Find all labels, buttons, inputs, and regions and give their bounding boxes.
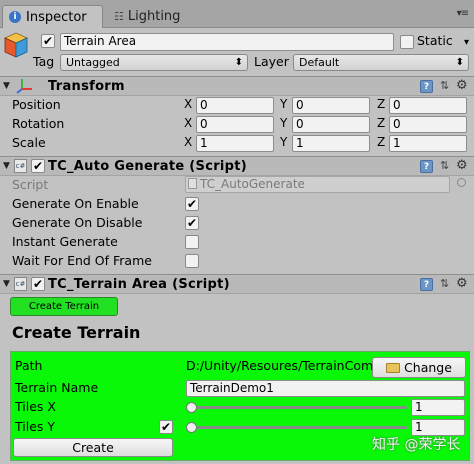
panel-menu-icon[interactable]: ▾≡ [457,8,469,19]
folder-icon [386,362,401,373]
foldout-arrow-icon[interactable]: ▼ [3,161,10,171]
rotation-x-axis[interactable]: X [184,116,192,130]
scale-y-axis[interactable]: Y [280,135,287,149]
position-x-field[interactable]: 0 [196,97,274,114]
lighting-icon: ☷ [114,10,124,23]
gear-icon[interactable]: ⚙ [456,78,468,93]
script-value: TC_AutoGenerate [200,177,305,191]
create-terrain-small-button[interactable]: Create Terrain [10,297,118,316]
active-checkbox[interactable]: ✔ [41,34,55,48]
create-terrain-heading: Create Terrain [12,323,141,342]
scale-z-axis[interactable]: Z [377,135,385,149]
chevron-updown-icon: ⬍ [455,57,464,68]
position-y-axis[interactable]: Y [280,97,287,111]
rotation-y-axis[interactable]: Y [280,116,287,130]
create-button[interactable]: Create [13,438,173,457]
tab-inspector-label: Inspector [26,9,87,25]
auto-generate-title: TC_Auto Generate (Script) [48,159,248,174]
tag-value: Untagged [66,56,120,69]
static-label: Static [417,33,453,48]
rotation-label: Rotation [12,116,65,131]
transform-axes-icon [16,78,34,97]
help-icon[interactable]: ? [420,80,433,93]
scale-z-field[interactable]: 1 [389,135,467,152]
generate-on-disable-checkbox[interactable]: ✔ [185,216,199,230]
help-icon[interactable]: ? [420,160,433,173]
path-value: D:/Unity/Resoures/TerrainCom [186,358,372,373]
info-icon: i [9,11,21,23]
path-label: Path [15,358,43,373]
auto-generate-enabled-checkbox[interactable]: ✔ [31,159,45,173]
preset-icon[interactable]: ⇅ [440,159,449,172]
tiles-y-checkbox[interactable]: ✔ [159,420,173,434]
scale-x-axis[interactable]: X [184,135,192,149]
tab-inspector[interactable]: i Inspector [2,5,103,28]
position-label: Position [12,97,61,112]
position-z-field[interactable]: 0 [389,97,467,114]
generate-on-enable-checkbox[interactable]: ✔ [185,197,199,211]
help-icon[interactable]: ? [420,278,433,291]
instant-generate-label: Instant Generate [12,234,118,249]
scale-x-field[interactable]: 1 [196,135,274,152]
generate-on-enable-label: Generate On Enable [12,196,139,211]
chevron-updown-icon: ⬍ [234,57,243,68]
rotation-z-field[interactable]: 0 [389,116,467,133]
tiles-y-slider-handle[interactable] [186,422,197,433]
tab-lighting-label: Lighting [127,9,181,24]
change-button-label: Change [404,360,452,375]
layer-dropdown[interactable]: Default ⬍ [293,54,469,71]
script-file-icon [188,178,197,189]
object-name-field[interactable]: Terrain Area [60,33,394,51]
terrain-area-title: TC_Terrain Area (Script) [48,277,230,292]
preset-icon[interactable]: ⇅ [440,277,449,290]
position-z-axis[interactable]: Z [377,97,385,111]
instant-generate-checkbox[interactable] [185,235,199,249]
terrain-area-enabled-checkbox[interactable]: ✔ [31,277,45,291]
tag-label: Tag [33,54,55,69]
static-dropdown[interactable]: ▾ [457,33,471,50]
terrain-name-label: Terrain Name [15,380,99,395]
terrain-area-header[interactable]: ▼ c# ✔ TC_Terrain Area (Script) ? ⇅ ⚙ [0,274,474,294]
position-y-field[interactable]: 0 [292,97,370,114]
watermark: 知乎 @荣学长 [372,437,461,453]
auto-generate-header[interactable]: ▼ c# ✔ TC_Auto Generate (Script) ? ⇅ ⚙ [0,156,474,176]
script-field: TC_AutoGenerate [185,176,450,193]
wait-for-end-of-frame-label: Wait For End Of Frame [12,253,152,268]
position-x-axis[interactable]: X [184,97,192,111]
script-file-icon: c# [14,159,27,173]
script-file-icon: c# [14,277,27,291]
scale-y-field[interactable]: 1 [292,135,370,152]
window-tab-bar: i Inspector ☷ Lighting ▾≡ [0,0,474,28]
object-picker-icon [457,178,466,187]
tiles-x-slider-handle[interactable] [186,402,197,413]
gear-icon[interactable]: ⚙ [456,276,468,291]
rotation-y-field[interactable]: 0 [292,116,370,133]
tab-lighting[interactable]: ☷ Lighting [108,5,228,28]
gameobject-icon [4,32,28,58]
layer-value: Default [299,56,340,69]
generate-on-disable-label: Generate On Disable [12,215,143,230]
chevron-down-icon: ▾ [463,37,469,48]
tiles-x-field[interactable]: 1 [411,399,465,416]
layer-label: Layer [254,54,289,69]
terrain-name-field[interactable]: TerrainDemo1 [186,380,465,397]
transform-title: Transform [48,79,125,94]
foldout-arrow-icon[interactable]: ▼ [3,279,10,289]
tag-dropdown[interactable]: Untagged ⬍ [60,54,248,71]
tiles-y-label: Tiles Y [15,419,56,434]
foldout-arrow-icon[interactable]: ▼ [3,81,10,91]
transform-header[interactable]: ▼ Transform ? ⇅ ⚙ [0,76,474,96]
scale-label: Scale [12,135,46,150]
change-button[interactable]: Change [372,357,466,378]
preset-icon[interactable]: ⇅ [440,79,449,92]
wait-for-end-of-frame-checkbox[interactable] [185,254,199,268]
script-label: Script [12,177,49,192]
tiles-y-slider[interactable] [189,426,407,429]
tiles-x-label: Tiles X [15,399,56,414]
rotation-z-axis[interactable]: Z [377,116,385,130]
tiles-x-slider[interactable] [189,406,407,409]
rotation-x-field[interactable]: 0 [196,116,274,133]
gear-icon[interactable]: ⚙ [456,158,468,173]
static-checkbox[interactable] [400,35,414,49]
